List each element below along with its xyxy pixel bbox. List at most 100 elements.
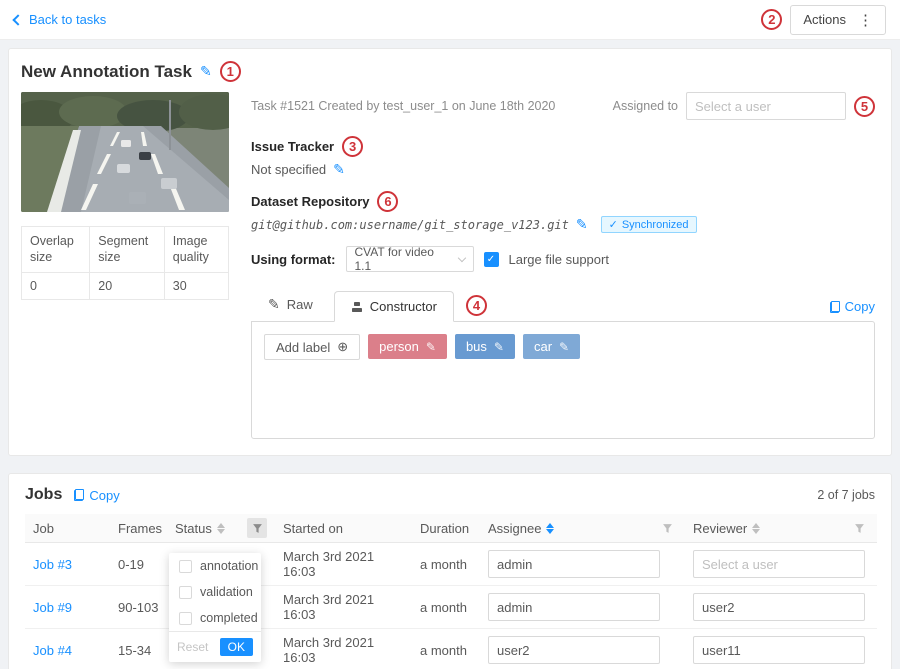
- annotation-circle-1: 1: [220, 61, 241, 82]
- jobs-table: Job Frames Status Started on Duration: [25, 514, 877, 669]
- copy-labels-label: Copy: [845, 299, 875, 314]
- topbar-right: 2 Actions ⋮: [761, 5, 886, 35]
- job-started: March 3rd 2021 16:03: [283, 592, 374, 622]
- filter-ok-button[interactable]: OK: [220, 638, 253, 656]
- labels-tabs: ✎ Raw Constructor 4 Copy: [251, 288, 875, 321]
- filter-option-annotation-label: annotation: [200, 559, 258, 573]
- chevron-down-icon: [457, 253, 465, 261]
- back-arrow-icon: [12, 14, 23, 25]
- label-chip-bus[interactable]: bus ✎: [455, 334, 515, 359]
- edit-repository-icon[interactable]: ✎: [576, 216, 588, 233]
- reviewer-sort-icon[interactable]: [752, 523, 760, 534]
- job-row: Job #9 90-103 March 3rd 2021 16:03 a mon…: [25, 586, 877, 629]
- col-started: Started on: [283, 521, 343, 536]
- assignee-filter-icon[interactable]: [657, 518, 677, 538]
- job-duration: a month: [420, 600, 467, 615]
- tab-raw-label: Raw: [287, 297, 313, 312]
- copy-jobs-button[interactable]: Copy: [74, 488, 119, 503]
- task-assignee-input[interactable]: [686, 92, 846, 120]
- raw-pencil-icon: ✎: [268, 296, 280, 313]
- param-value-quality: 30: [164, 272, 228, 299]
- road-scene-illustration: [21, 92, 229, 212]
- label-chip-person[interactable]: person ✎: [368, 334, 447, 359]
- status-filter-icon[interactable]: [247, 518, 267, 538]
- edit-task-name-icon[interactable]: ✎: [200, 63, 212, 80]
- col-frames: Frames: [118, 521, 162, 536]
- filter-option-validation[interactable]: validation: [169, 579, 261, 605]
- issue-tracker-value: Not specified: [251, 162, 326, 177]
- constructor-icon: [351, 301, 363, 313]
- job-assignee-input[interactable]: [488, 636, 660, 664]
- edit-issue-tracker-icon[interactable]: ✎: [333, 161, 345, 178]
- job-link[interactable]: Job #3: [33, 557, 72, 572]
- status-filter-dropdown: annotation validation completed Reset OK: [169, 553, 261, 662]
- param-header-quality: Image quality: [164, 227, 228, 273]
- task-params-table: Overlap size Segment size Image quality …: [21, 226, 229, 300]
- annotation-circle-5: 5: [854, 96, 875, 117]
- actions-label: Actions: [803, 12, 846, 27]
- task-preview-image: [21, 92, 229, 212]
- filter-option-completed[interactable]: completed: [169, 605, 261, 631]
- col-duration: Duration: [420, 521, 469, 536]
- col-reviewer[interactable]: Reviewer: [693, 521, 747, 536]
- tab-constructor[interactable]: Constructor: [334, 291, 454, 322]
- dataset-repository-block: Dataset Repository 6 git@github.com:user…: [251, 191, 875, 233]
- job-reviewer-input[interactable]: [693, 636, 865, 664]
- add-label-button[interactable]: Add label ⊕: [264, 334, 360, 360]
- task-right-column: Task #1521 Created by test_user_1 on Jun…: [229, 92, 875, 439]
- filter-option-annotation[interactable]: annotation: [169, 553, 261, 579]
- checkbox-annotation[interactable]: [179, 560, 192, 573]
- edit-label-car-icon[interactable]: ✎: [559, 340, 569, 354]
- copy-labels-button[interactable]: Copy: [830, 299, 875, 314]
- col-status[interactable]: Status: [175, 521, 212, 536]
- param-value-segment: 20: [90, 272, 165, 299]
- checkbox-completed[interactable]: [179, 612, 192, 625]
- job-started: March 3rd 2021 16:03: [283, 549, 374, 579]
- actions-button[interactable]: Actions ⋮: [790, 5, 886, 35]
- job-frames: 90-103: [118, 600, 158, 615]
- job-link[interactable]: Job #4: [33, 643, 72, 658]
- checkbox-validation[interactable]: [179, 586, 192, 599]
- back-to-tasks-label: Back to tasks: [29, 12, 106, 27]
- annotation-circle-3: 3: [342, 136, 363, 157]
- status-sort-icon[interactable]: [217, 523, 225, 534]
- format-select[interactable]: CVAT for video 1.1: [346, 246, 474, 272]
- label-chip-car[interactable]: car ✎: [523, 334, 580, 359]
- format-select-value: CVAT for video 1.1: [355, 245, 451, 273]
- tab-raw[interactable]: ✎ Raw: [251, 288, 330, 321]
- edit-label-bus-icon[interactable]: ✎: [494, 340, 504, 354]
- back-to-tasks-link[interactable]: Back to tasks: [14, 12, 106, 27]
- reviewer-filter-icon[interactable]: [849, 518, 869, 538]
- jobs-header-row: Job Frames Status Started on Duration: [25, 514, 877, 543]
- edit-label-person-icon[interactable]: ✎: [426, 340, 436, 354]
- top-bar: Back to tasks 2 Actions ⋮: [0, 0, 900, 40]
- annotation-circle-4: 4: [466, 295, 487, 316]
- job-row: Job #4 15-34 March 3rd 2021 16:03 a mont…: [25, 629, 877, 669]
- col-job: Job: [33, 521, 54, 536]
- copy-jobs-label: Copy: [89, 488, 119, 503]
- large-file-support-checkbox[interactable]: ✓: [484, 252, 499, 267]
- more-menu-icon: ⋮: [858, 11, 873, 29]
- task-detail-card: New Annotation Task ✎ 1: [8, 48, 892, 456]
- using-format-label: Using format:: [251, 252, 336, 267]
- sync-check-icon: ✓: [609, 218, 618, 231]
- job-assignee-input[interactable]: [488, 593, 660, 621]
- filter-reset-button[interactable]: Reset: [177, 640, 208, 654]
- job-link[interactable]: Job #9: [33, 600, 72, 615]
- sync-status-badge: ✓ Synchronized: [601, 216, 697, 233]
- label-chip-person-text: person: [379, 339, 419, 354]
- filter-option-validation-label: validation: [200, 585, 253, 599]
- col-assignee[interactable]: Assignee: [488, 521, 541, 536]
- copy-icon: [830, 301, 840, 313]
- param-header-overlap: Overlap size: [22, 227, 90, 273]
- assignee-sort-icon[interactable]: [546, 523, 554, 534]
- large-file-support-label: Large file support: [509, 252, 609, 267]
- label-chip-car-text: car: [534, 339, 552, 354]
- job-assignee-input[interactable]: [488, 550, 660, 578]
- annotation-circle-2: 2: [761, 9, 782, 30]
- plus-circle-icon: ⊕: [337, 339, 348, 355]
- job-reviewer-input[interactable]: [693, 550, 865, 578]
- job-row: Job #3 0-19 March 3rd 2021 16:03 a month: [25, 543, 877, 586]
- job-started: March 3rd 2021 16:03: [283, 635, 374, 665]
- job-reviewer-input[interactable]: [693, 593, 865, 621]
